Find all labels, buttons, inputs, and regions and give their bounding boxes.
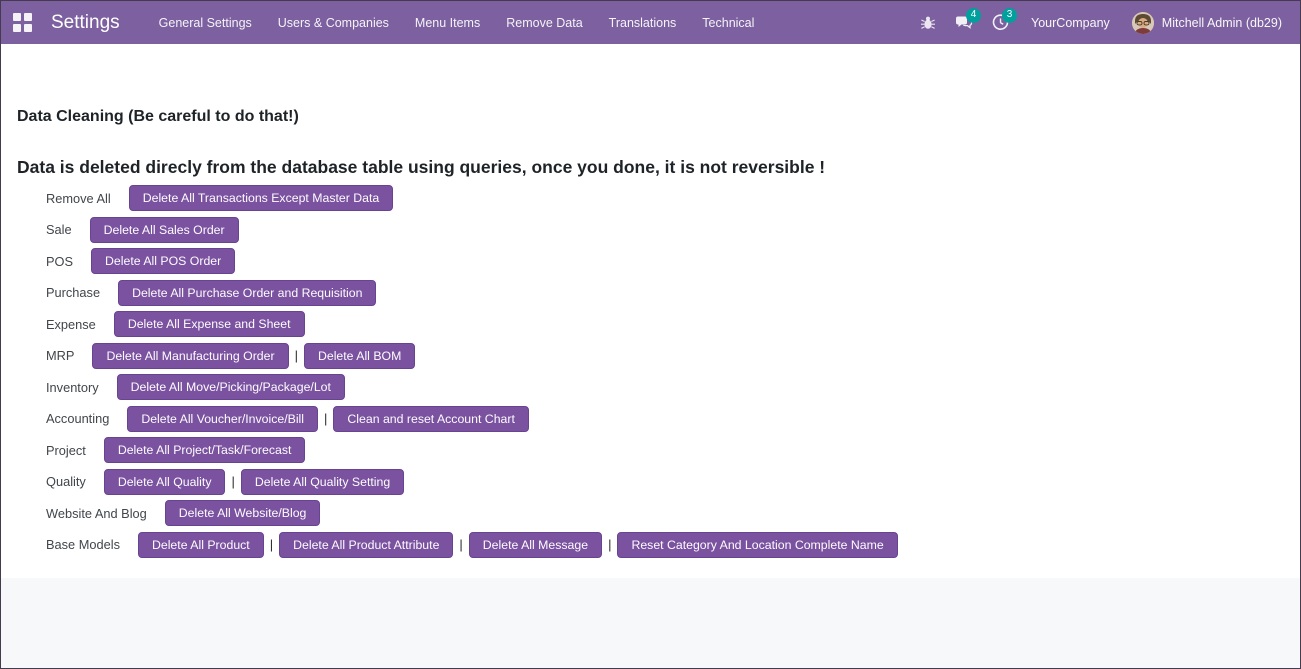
delete-button[interactable]: Delete All Quality Setting <box>241 469 404 495</box>
delete-button[interactable]: Delete All Quality <box>104 469 226 495</box>
row-label: Expense <box>46 317 96 332</box>
main-content: Data Cleaning (Be careful to do that!) D… <box>1 108 1300 558</box>
data-clean-row: Purchase Delete All Purchase Order and R… <box>46 280 1284 306</box>
delete-button[interactable]: Delete All Purchase Order and Requisitio… <box>118 280 376 306</box>
row-label: Project <box>46 443 86 458</box>
delete-button[interactable]: Delete All Sales Order <box>90 217 239 243</box>
menu-item-users-companies[interactable]: Users & Companies <box>265 1 402 44</box>
company-switcher[interactable]: YourCompany <box>1021 16 1126 30</box>
button-separator: | <box>270 537 273 552</box>
delete-button[interactable]: Delete All Product <box>138 532 264 558</box>
delete-button[interactable]: Delete All Voucher/Invoice/Bill <box>127 406 318 432</box>
row-buttons: Delete All Website/Blog <box>165 500 321 526</box>
menu-item-menu-items[interactable]: Menu Items <box>402 1 493 44</box>
delete-button[interactable]: Delete All POS Order <box>91 248 235 274</box>
settings-window: Settings General Settings Users & Compan… <box>0 0 1301 669</box>
data-clean-row: Expense Delete All Expense and Sheet <box>46 311 1284 337</box>
activities-count-badge: 3 <box>1002 8 1017 23</box>
row-label: Remove All <box>46 191 111 206</box>
data-clean-row: Sale Delete All Sales Order <box>46 217 1284 243</box>
row-buttons: Delete All Purchase Order and Requisitio… <box>118 280 376 306</box>
messages-count-badge: 4 <box>966 8 981 23</box>
data-clean-row: MRP Delete All Manufacturing Order|Delet… <box>46 343 1284 369</box>
row-label: POS <box>46 254 73 269</box>
data-clean-row: Base Models Delete All Product|Delete Al… <box>46 532 1284 558</box>
data-clean-row: POS Delete All POS Order <box>46 248 1284 274</box>
grid-square <box>24 24 32 32</box>
delete-button[interactable]: Clean and reset Account Chart <box>333 406 528 432</box>
menu-item-general-settings[interactable]: General Settings <box>146 1 265 44</box>
button-separator: | <box>295 348 298 363</box>
row-label: MRP <box>46 348 74 363</box>
delete-button[interactable]: Delete All Project/Task/Forecast <box>104 437 306 463</box>
systray: 4 3 YourCompany <box>913 8 1286 38</box>
top-navbar: Settings General Settings Users & Compan… <box>1 1 1300 44</box>
delete-button[interactable]: Delete All Manufacturing Order <box>92 343 288 369</box>
row-buttons: Delete All Move/Picking/Package/Lot <box>117 374 345 400</box>
activities-menu[interactable]: 3 <box>985 8 1015 38</box>
delete-rows: Remove All Delete All Transactions Excep… <box>17 185 1284 558</box>
row-label: Inventory <box>46 380 99 395</box>
apps-grid-icon[interactable] <box>13 13 37 33</box>
button-separator: | <box>608 537 611 552</box>
row-label: Base Models <box>46 537 120 552</box>
row-buttons: Delete All Project/Task/Forecast <box>104 437 306 463</box>
data-clean-row: Accounting Delete All Voucher/Invoice/Bi… <box>46 406 1284 432</box>
button-separator: | <box>324 411 327 426</box>
delete-button[interactable]: Reset Category And Location Complete Nam… <box>617 532 897 558</box>
row-label: Sale <box>46 222 72 237</box>
app-name[interactable]: Settings <box>51 12 120 34</box>
delete-button[interactable]: Delete All Move/Picking/Package/Lot <box>117 374 345 400</box>
menu-item-translations[interactable]: Translations <box>596 1 690 44</box>
avatar <box>1132 12 1154 34</box>
delete-button[interactable]: Delete All BOM <box>304 343 415 369</box>
user-menu[interactable]: Mitchell Admin (db29) <box>1132 12 1286 34</box>
menu-item-technical[interactable]: Technical <box>689 1 767 44</box>
button-separator: | <box>231 474 234 489</box>
row-buttons: Delete All Product | Delete All Product At… <box>138 532 898 558</box>
row-buttons: Delete All Sales Order <box>90 217 239 243</box>
delete-button[interactable]: Delete All Transactions Except Master Da… <box>129 185 393 211</box>
button-separator: | <box>459 537 462 552</box>
row-label: Accounting <box>46 411 109 426</box>
main-menu: General Settings Users & Companies Menu … <box>146 1 768 44</box>
row-label: Quality <box>46 474 86 489</box>
footer-area <box>1 578 1300 668</box>
data-clean-row: Website And Blog Delete All Website/Blog <box>46 500 1284 526</box>
data-clean-row: Inventory Delete All Move/Picking/Packag… <box>46 374 1284 400</box>
row-buttons: Delete All Transactions Except Master Da… <box>129 185 393 211</box>
data-clean-row: Remove All Delete All Transactions Excep… <box>46 185 1284 211</box>
page-title: Data Cleaning (Be careful to do that!) <box>17 108 1284 126</box>
row-buttons: Delete All Manufacturing Order | Delete Al… <box>92 343 415 369</box>
debug-bug-icon[interactable] <box>913 8 943 38</box>
bug-icon <box>920 15 936 31</box>
delete-button[interactable]: Delete All Product Attribute <box>279 532 453 558</box>
messages-menu[interactable]: 4 <box>949 8 979 38</box>
menu-item-remove-data[interactable]: Remove Data <box>493 1 595 44</box>
row-buttons: Delete All Expense and Sheet <box>114 311 305 337</box>
grid-square <box>13 13 21 21</box>
row-label: Website And Blog <box>46 506 147 521</box>
delete-button[interactable]: Delete All Expense and Sheet <box>114 311 305 337</box>
warning-text: Data is deleted direcly from the databas… <box>17 157 1284 178</box>
grid-square <box>24 13 32 21</box>
user-name: Mitchell Admin (db29) <box>1162 16 1282 30</box>
row-buttons: Delete All Quality | Delete All Quality Se… <box>104 469 404 495</box>
grid-square <box>13 24 21 32</box>
row-label: Purchase <box>46 285 100 300</box>
data-clean-row: Project Delete All Project/Task/Forecast <box>46 437 1284 463</box>
delete-button[interactable]: Delete All Message <box>469 532 602 558</box>
row-buttons: Delete All Voucher/Invoice/Bill | Clean an… <box>127 406 529 432</box>
data-clean-row: Quality Delete All Quality|Delete All Qu… <box>46 469 1284 495</box>
row-buttons: Delete All POS Order <box>91 248 235 274</box>
delete-button[interactable]: Delete All Website/Blog <box>165 500 321 526</box>
